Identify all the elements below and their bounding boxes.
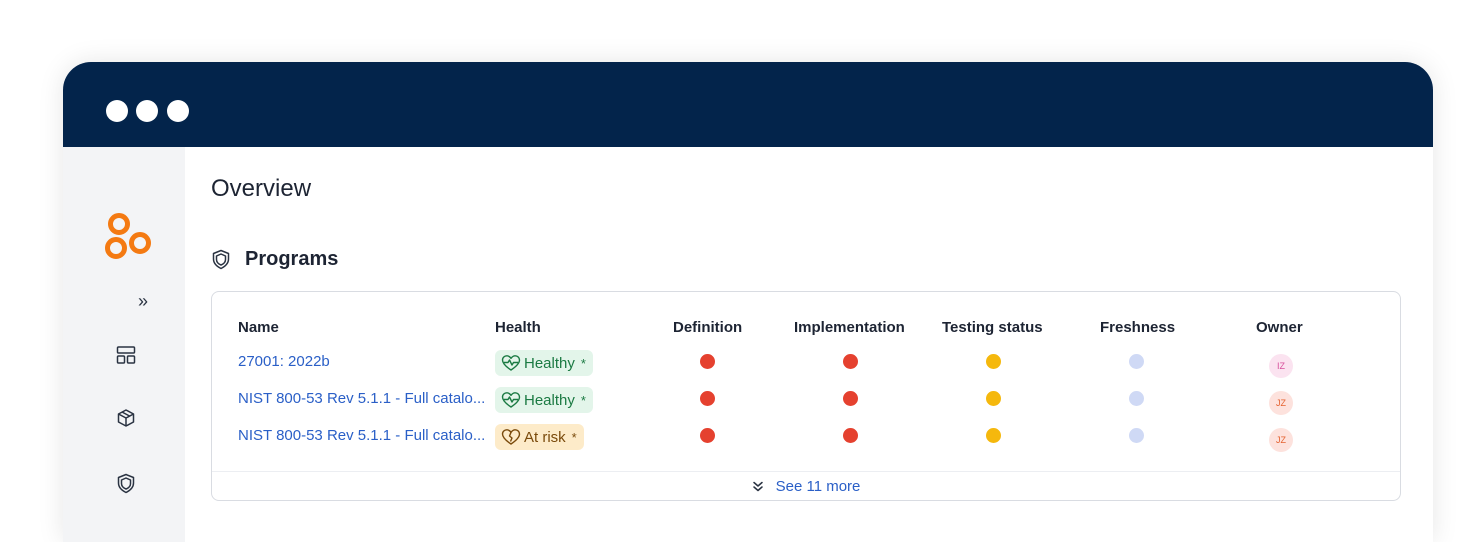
heart-pulse-icon [501, 355, 521, 371]
table-row[interactable]: NIST 800-53 Rev 5.1.1 - Full catalo... H… [212, 381, 1400, 417]
health-label: Healthy [524, 391, 575, 409]
column-header-owner[interactable]: Owner [1256, 319, 1303, 336]
app-window: » Overview Programs Name Health Definiti… [63, 62, 1433, 542]
implementation-status-dot [843, 428, 858, 443]
testing-status-dot [986, 428, 1001, 443]
implementation-status-dot [843, 391, 858, 406]
program-name-link[interactable]: NIST 800-53 Rev 5.1.1 - Full catalo... [238, 381, 485, 417]
heart-crack-icon [501, 429, 521, 445]
definition-status-dot [700, 428, 715, 443]
window-control-dot[interactable] [136, 100, 158, 122]
owner-avatar[interactable]: JZ [1269, 428, 1293, 452]
column-header-health[interactable]: Health [495, 319, 541, 336]
program-name-link[interactable]: NIST 800-53 Rev 5.1.1 - Full catalo... [238, 418, 485, 454]
page-title: Overview [211, 175, 312, 202]
shield-icon[interactable] [116, 473, 136, 499]
implementation-status-dot [843, 354, 858, 369]
column-header-definition[interactable]: Definition [673, 319, 742, 336]
brand-rings-logo[interactable] [101, 209, 157, 270]
dashboard-icon[interactable] [116, 345, 136, 370]
section-title: Programs [245, 248, 339, 270]
health-label: Healthy [524, 354, 575, 372]
see-more-label: See 11 more [775, 477, 861, 495]
testing-status-dot [986, 391, 1001, 406]
table-row[interactable]: 27001: 2022b Healthy * IZ [212, 344, 1400, 380]
column-header-freshness[interactable]: Freshness [1100, 319, 1175, 336]
window-control-dot[interactable] [167, 100, 189, 122]
owner-avatar[interactable]: JZ [1269, 391, 1293, 415]
main-content: Overview Programs Name Health Definition… [185, 147, 1433, 542]
health-marker: * [571, 429, 577, 445]
see-more-button[interactable]: See 11 more [212, 471, 1400, 500]
sidebar: » [63, 147, 185, 542]
freshness-status-dot [1129, 391, 1144, 406]
health-badge[interactable]: Healthy * [495, 387, 593, 413]
chevrons-down-icon [752, 481, 763, 492]
freshness-status-dot [1129, 428, 1144, 443]
health-badge[interactable]: Healthy * [495, 350, 593, 376]
definition-status-dot [700, 354, 715, 369]
window-titlebar [63, 62, 1433, 147]
health-label: At risk [524, 428, 566, 446]
table-row[interactable]: NIST 800-53 Rev 5.1.1 - Full catalo... A… [212, 418, 1400, 454]
testing-status-dot [986, 354, 1001, 369]
health-marker: * [580, 392, 586, 408]
expand-sidebar-button[interactable]: » [138, 291, 148, 312]
freshness-status-dot [1129, 354, 1144, 369]
health-marker: * [580, 355, 586, 371]
programs-table: Name Health Definition Implementation Te… [211, 291, 1401, 501]
definition-status-dot [700, 391, 715, 406]
section-header: Programs [211, 248, 338, 271]
shield-icon [212, 249, 230, 270]
column-header-implementation[interactable]: Implementation [794, 319, 905, 336]
column-header-testing-status[interactable]: Testing status [942, 319, 1043, 336]
cube-icon[interactable] [116, 408, 136, 433]
program-name-link[interactable]: 27001: 2022b [238, 344, 330, 380]
owner-avatar[interactable]: IZ [1269, 354, 1293, 378]
column-header-name[interactable]: Name [238, 319, 279, 336]
window-control-dot[interactable] [106, 100, 128, 122]
heart-pulse-icon [501, 392, 521, 408]
health-badge[interactable]: At risk * [495, 424, 584, 450]
